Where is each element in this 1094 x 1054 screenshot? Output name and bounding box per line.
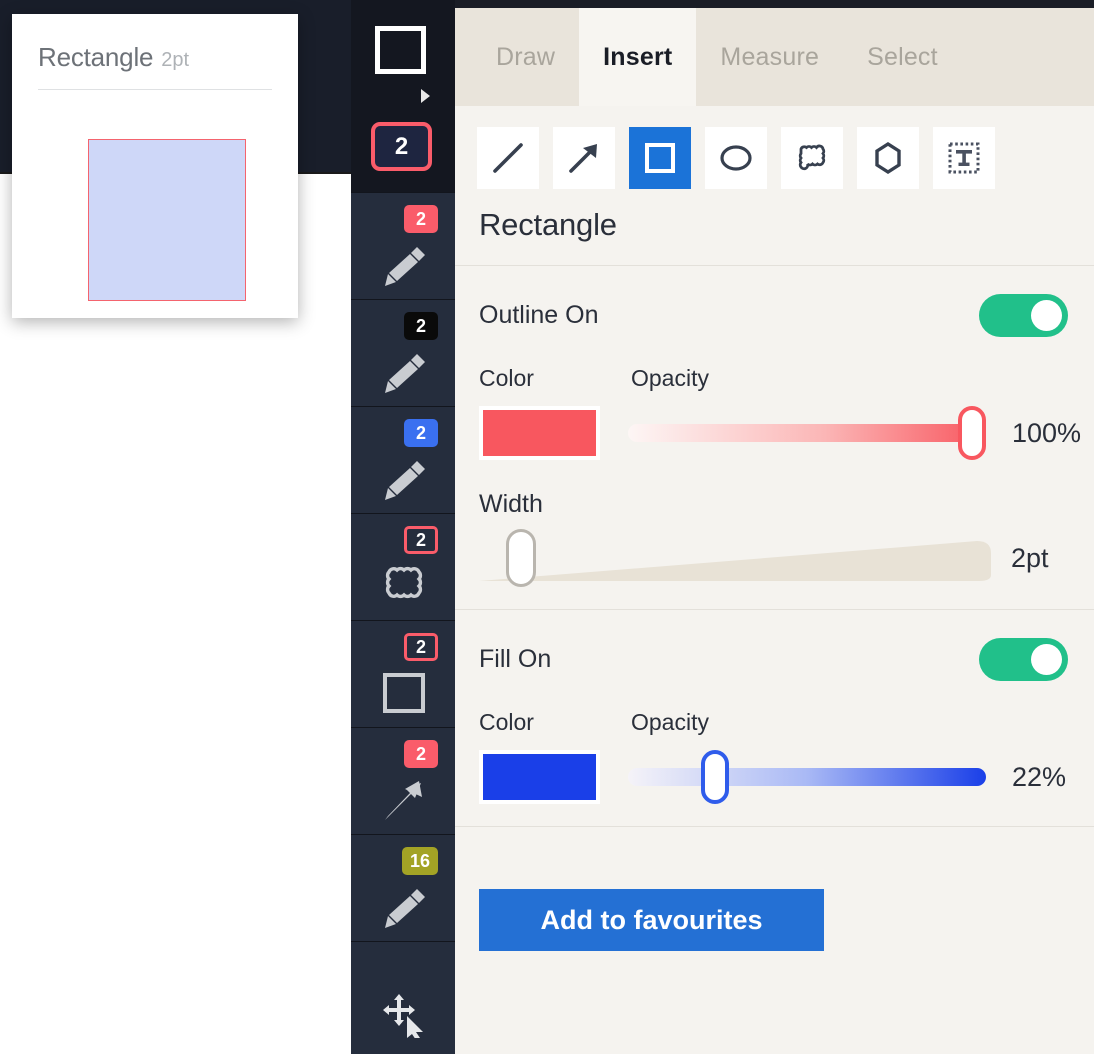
square-icon xyxy=(375,26,426,74)
ellipse-icon xyxy=(718,140,754,176)
fill-toggle-switch[interactable] xyxy=(979,638,1068,681)
toolbar-item-pen[interactable]: 2 xyxy=(351,406,455,513)
toolbar-item-cloud[interactable]: 2 xyxy=(351,513,455,620)
toolbar-item-badge: 2 xyxy=(404,419,438,447)
arrow-icon xyxy=(566,140,602,176)
ellipse-tool[interactable] xyxy=(705,127,767,189)
triangle-right-icon[interactable] xyxy=(421,89,430,103)
preview-shape-swatch xyxy=(88,139,246,301)
insert-tools-row[interactable] xyxy=(455,106,1094,189)
toolbar-active-section[interactable]: 2 xyxy=(351,0,455,192)
outline-width-slider[interactable] xyxy=(479,529,991,587)
add-to-favourites-button[interactable]: Add to favourites xyxy=(479,889,824,951)
outline-width-value: 2pt xyxy=(1011,542,1049,573)
preview-subtitle: 2pt xyxy=(161,49,190,71)
toolbar-item-badge: 16 xyxy=(401,847,438,875)
toolbar-item-badge: 2 xyxy=(404,526,438,554)
hexagon-icon xyxy=(870,140,906,176)
tab-select[interactable]: Select xyxy=(843,8,962,106)
square-icon xyxy=(642,140,678,176)
tab-insert[interactable]: Insert xyxy=(579,8,697,106)
pen-icon xyxy=(377,241,431,289)
panel-top-strip xyxy=(455,0,1094,8)
active-tool-badge[interactable]: 2 xyxy=(371,122,432,171)
cloud-tool[interactable] xyxy=(781,127,843,189)
toolbar-item-badge: 2 xyxy=(404,633,438,661)
outline-field-headers: Color Opacity xyxy=(455,337,1094,392)
line-tool[interactable] xyxy=(477,127,539,189)
divider xyxy=(455,826,1094,827)
toggle-knob xyxy=(1031,644,1062,675)
fill-toggle-label: Fill On xyxy=(479,645,552,673)
toolbar-item-pen[interactable]: 2 xyxy=(351,299,455,406)
fill-opacity-value: 22% xyxy=(1012,761,1067,792)
outline-width-label: Width xyxy=(479,490,543,518)
fill-color-opacity-row[interactable]: 22% xyxy=(455,736,1094,804)
toolbar-item-square[interactable]: 2 xyxy=(351,620,455,727)
toolbar-item-pen[interactable]: 2 xyxy=(351,192,455,299)
fill-field-headers: Color Opacity xyxy=(455,681,1094,736)
slider-track xyxy=(628,768,986,786)
preview-divider xyxy=(38,89,272,90)
width-wedge-icon xyxy=(479,541,991,581)
fill-color-label: Color xyxy=(479,709,534,735)
outline-opacity-label: Opacity xyxy=(631,365,709,391)
line-icon xyxy=(490,140,526,176)
outline-color-label: Color xyxy=(479,365,534,391)
tab-bar[interactable]: Draw Insert Measure Select xyxy=(455,8,1094,106)
slider-handle[interactable] xyxy=(958,406,986,460)
properties-panel: Draw Insert Measure Select Rectangle Outlin… xyxy=(455,0,1094,1054)
outline-toggle-row[interactable]: Outline On xyxy=(455,266,1094,337)
tab-draw[interactable]: Draw xyxy=(472,8,579,106)
pen-icon xyxy=(377,883,431,931)
cloud-icon xyxy=(377,562,431,610)
outline-toggle-switch[interactable] xyxy=(979,294,1068,337)
outline-opacity-slider[interactable] xyxy=(628,406,986,460)
fill-color-swatch[interactable] xyxy=(479,750,600,804)
fill-opacity-slider[interactable] xyxy=(628,750,986,804)
toolbar-item-pen[interactable]: 16 xyxy=(351,834,455,941)
preview-header: Rectangle 2pt xyxy=(12,14,298,73)
pen-icon xyxy=(377,455,431,503)
toolbar-item-badge: 2 xyxy=(404,205,438,233)
move-select-icon xyxy=(377,990,431,1038)
arrow-tool[interactable] xyxy=(553,127,615,189)
toolbar-item-badge: 2 xyxy=(404,740,438,768)
toolbar-item-badge: 2 xyxy=(404,312,438,340)
toolbar-item-move-select[interactable] xyxy=(351,941,455,1048)
outline-color-swatch[interactable] xyxy=(479,406,600,460)
slider-handle[interactable] xyxy=(506,529,537,587)
left-tool-sidebar[interactable]: 2 2 2 2 2 2 2 16 xyxy=(351,0,455,1054)
page-title: Rectangle xyxy=(479,207,617,242)
rectangle-tool[interactable] xyxy=(629,127,691,189)
pen-icon xyxy=(377,348,431,396)
tab-measure[interactable]: Measure xyxy=(696,8,843,106)
arrow-icon xyxy=(377,776,431,824)
toggle-knob xyxy=(1031,300,1062,331)
polygon-tool[interactable] xyxy=(857,127,919,189)
tool-preview-popup: Rectangle 2pt xyxy=(12,14,298,318)
outline-color-opacity-row[interactable]: 100% xyxy=(455,392,1094,460)
outline-width-row[interactable]: 2pt xyxy=(455,519,1094,587)
fill-opacity-label: Opacity xyxy=(631,709,709,735)
square-icon xyxy=(377,669,431,717)
outline-toggle-label: Outline On xyxy=(479,301,599,329)
slider-track xyxy=(628,424,986,442)
cloud-icon xyxy=(794,140,830,176)
preview-title: Rectangle xyxy=(38,42,154,72)
textbox-tool[interactable] xyxy=(933,127,995,189)
slider-handle[interactable] xyxy=(700,750,729,804)
text-box-icon xyxy=(946,140,982,176)
fill-toggle-row[interactable]: Fill On xyxy=(455,610,1094,681)
toolbar-item-arrow[interactable]: 2 xyxy=(351,727,455,834)
outline-opacity-value: 100% xyxy=(1012,417,1082,448)
